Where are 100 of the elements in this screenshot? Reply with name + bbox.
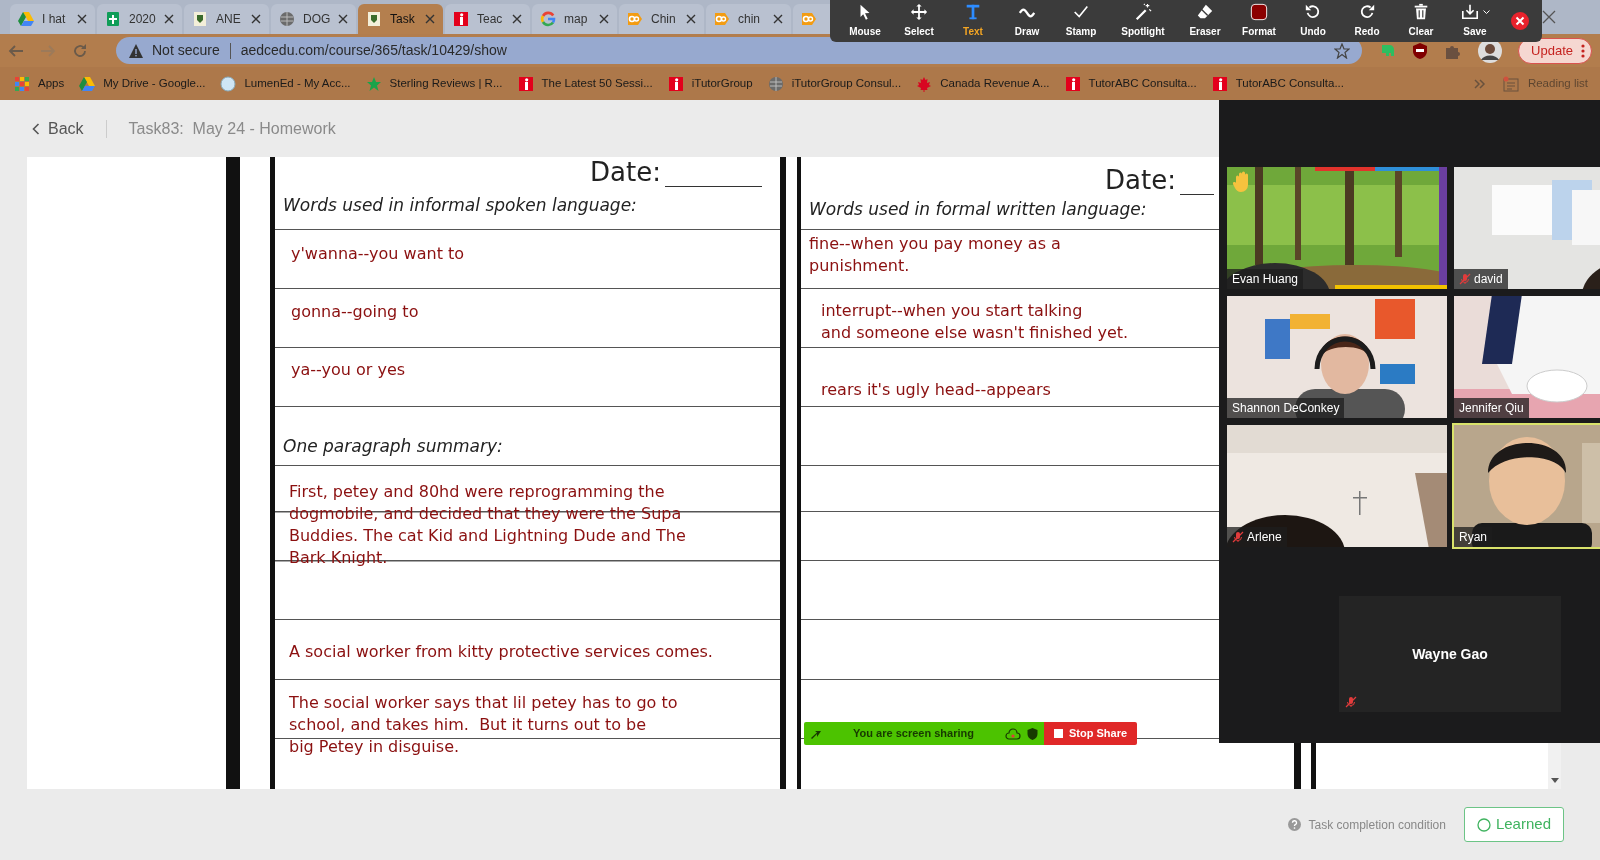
shield-icon — [1412, 41, 1429, 60]
download-icon — [1460, 3, 1479, 21]
browser-tab[interactable]: chin — [706, 4, 791, 34]
scroll-down-icon — [1550, 778, 1559, 783]
reload-icon — [72, 42, 88, 59]
participant-name: Jennifer Qiu — [1459, 400, 1524, 417]
address-bar[interactable]: Not secure aedcedu.com/course/365/task/10429/show — [116, 37, 1363, 64]
browser-tab[interactable]: DOG — [271, 4, 356, 34]
browser-tab[interactable]: ANE — [184, 4, 269, 34]
browser-tab[interactable]: Chin — [619, 4, 704, 34]
shield-icon — [1027, 727, 1038, 740]
sharing-status: You are screen sharing — [852, 726, 975, 742]
badge-icon — [801, 11, 817, 27]
participant-name: Wayne Gao — [1412, 644, 1488, 664]
worksheet-heading: One paragraph summary: — [283, 434, 503, 458]
worksheet-entry: y'wanna--you want to — [291, 243, 465, 265]
worksheet-heading: Words used in informal spoken language: — [283, 194, 637, 217]
chevron-left-icon — [32, 122, 40, 135]
worksheet-entry: gonna--going to — [291, 301, 419, 323]
bookmark[interactable]: Canada Revenue A... — [916, 74, 1050, 93]
google-icon — [540, 11, 556, 27]
cloud-icon — [1005, 727, 1021, 740]
close-icon — [512, 14, 522, 24]
close-icon — [686, 14, 696, 24]
reading-list-icon — [1501, 75, 1520, 92]
redo-icon — [1358, 3, 1376, 21]
text-tool-icon — [964, 3, 982, 21]
magic-wand-icon — [1134, 3, 1152, 21]
letter-i-icon — [453, 11, 469, 27]
warning-icon — [128, 42, 144, 59]
stop-share-button[interactable]: Stop Share — [1044, 722, 1138, 745]
close-icon — [77, 14, 87, 24]
badge-icon — [714, 11, 730, 27]
participant-name: Arlene — [1247, 529, 1282, 546]
bookmark[interactable]: LumenEd - My Acc... — [220, 74, 351, 93]
drive-icon — [79, 75, 96, 92]
page-title: Task83: May 24 - Homework — [128, 118, 336, 139]
bookmark[interactable]: Apps — [14, 74, 65, 93]
letter-i-icon — [517, 75, 534, 92]
spreadsheet-icon — [105, 11, 121, 27]
date-label: Date: — [590, 157, 661, 187]
worksheet-entry: interrupt--when you start talking and someone else wasn't finished yet. — [821, 300, 1129, 344]
bookmark[interactable]: The Latest 50 Sessi... — [517, 74, 653, 93]
bookmark[interactable]: Sterling Reviews | R... — [365, 74, 503, 93]
worksheet-heading: Words used in formal written language: — [809, 198, 1147, 221]
update-button[interactable]: Update — [1518, 37, 1592, 64]
participant-name: Ryan — [1459, 529, 1487, 546]
security-label: Not secure — [152, 41, 220, 60]
bookmark[interactable]: iTutorGroup — [667, 74, 753, 93]
circle-logo-icon — [220, 75, 237, 92]
chevrons-icon — [1473, 77, 1486, 90]
toolbar-button[interactable]: Clear — [1394, 0, 1448, 42]
close-icon — [164, 14, 174, 24]
bookmark[interactable]: My Drive - Google... — [79, 74, 206, 93]
close-icon — [599, 14, 609, 24]
browser-tab[interactable]: map — [532, 4, 617, 34]
back-arrow-icon — [8, 42, 24, 59]
circle-icon — [1476, 817, 1491, 832]
letter-i-icon — [1211, 75, 1228, 92]
more-options-icon — [1581, 43, 1585, 58]
help-icon — [1287, 818, 1301, 831]
muted-mic-icon — [1345, 696, 1357, 708]
stop-icon — [1054, 729, 1063, 738]
worksheet-entry: The social worker says that lil petey has to go to school, and takes him. But it turns out to be big Petey in disguise. — [289, 692, 678, 758]
date-label: Date: — [1105, 165, 1176, 195]
muted-mic-icon — [1459, 273, 1471, 285]
worksheet-entry: ya--you or yes — [291, 359, 406, 381]
crest-icon — [366, 11, 382, 27]
close-icon — [1510, 11, 1530, 31]
participant-name: Shannon DeConkey — [1232, 400, 1340, 417]
close-icon — [773, 14, 783, 24]
bookmark[interactable]: iTutorGroup Consul... — [767, 74, 902, 93]
drive-icon — [18, 11, 34, 27]
crest-icon — [192, 11, 208, 27]
letter-i-icon — [1064, 75, 1081, 92]
close-icon — [338, 14, 348, 24]
globe-icon — [279, 11, 295, 27]
star-icon — [365, 75, 382, 92]
muted-mic-icon — [1232, 531, 1244, 543]
caret-icon — [1482, 9, 1490, 15]
bookmark[interactable]: TutorABC Consulta... — [1211, 74, 1344, 93]
browser-tab[interactable]: Teac — [445, 4, 530, 34]
browser-tab[interactable]: 2020 — [97, 4, 182, 34]
browser-tab[interactable]: I hat — [10, 4, 95, 34]
maple-leaf-icon — [916, 75, 933, 92]
letter-i-icon — [667, 75, 684, 92]
globe-icon — [767, 75, 784, 92]
participant-name: Evan Huang — [1232, 271, 1299, 288]
bookmark[interactable]: TutorABC Consulta... — [1064, 74, 1197, 93]
back-link[interactable]: Back — [32, 116, 84, 141]
browser-tab[interactable]: Task — [358, 4, 443, 34]
worksheet-entry: A social worker from kitty protective services comes. — [289, 641, 713, 663]
eraser-icon — [1196, 3, 1214, 21]
move-icon — [910, 3, 928, 21]
close-icon — [251, 14, 261, 24]
close-icon — [1542, 10, 1556, 24]
worksheet-entry: rears it's ugly head--appears — [821, 379, 1051, 401]
trash-icon — [1412, 3, 1430, 21]
toolbar-button[interactable]: Save — [1448, 0, 1502, 42]
apps-grid-icon — [14, 75, 30, 92]
